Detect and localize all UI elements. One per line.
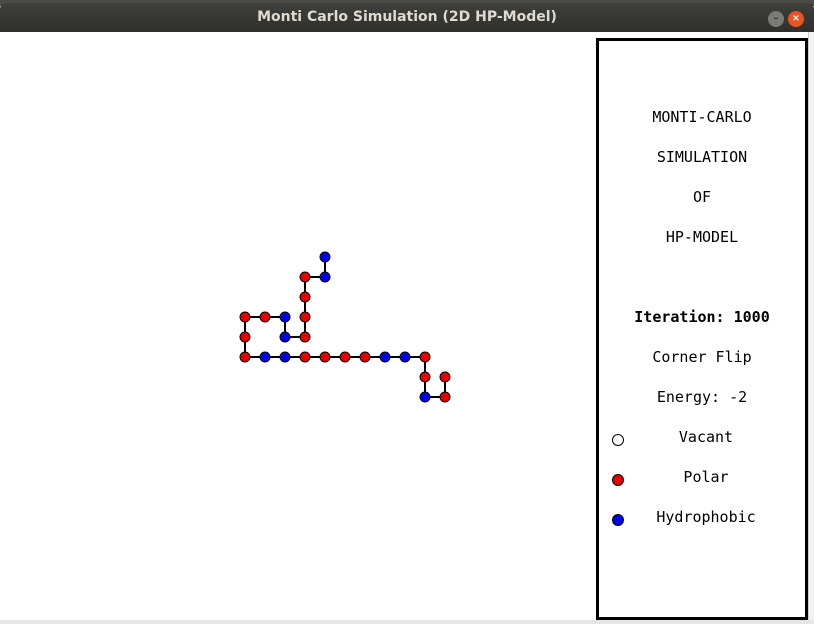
energy-value: Energy: -2 xyxy=(656,388,748,406)
panel-heading-line-3: OF xyxy=(692,188,712,206)
panel-heading-line-2: SIMULATION xyxy=(656,148,748,166)
legend-label-polar: Polar xyxy=(683,468,729,486)
protein-chain-lattice xyxy=(239,251,451,403)
close-icon: × xyxy=(791,13,801,24)
window-titlebar[interactable]: Monti Carlo Simulation (2D HP-Model) – × xyxy=(0,3,814,32)
minimize-button[interactable]: – xyxy=(768,11,784,27)
polar-residue xyxy=(239,311,251,323)
close-button[interactable]: × xyxy=(788,11,804,27)
legend-label-hydrophobic: Hydrophobic xyxy=(656,508,756,526)
polar-residue xyxy=(239,331,251,343)
polar-residue xyxy=(439,371,451,383)
hydrophobic-residue xyxy=(419,391,431,403)
polar-residue xyxy=(339,351,351,363)
polar-residue xyxy=(299,331,311,343)
polar-residue xyxy=(299,311,311,323)
polar-residue xyxy=(299,351,311,363)
panel-heading-line-1: MONTI-CARLO xyxy=(652,108,752,126)
hydrophobic-residue xyxy=(259,351,271,363)
polar-residue xyxy=(299,291,311,303)
iteration-count: Iteration: 1000 xyxy=(634,308,770,326)
polar-residue xyxy=(319,351,331,363)
hydrophobic-residue xyxy=(379,351,391,363)
hydrophobic-residue xyxy=(279,311,291,323)
hydrophobic-residue xyxy=(319,271,331,283)
info-panel: MONTI-CARLO SIMULATION OF HP-MODEL Itera… xyxy=(596,38,808,620)
polar-residue xyxy=(439,391,451,403)
polar-residue xyxy=(419,371,431,383)
hydrophobic-residue xyxy=(279,331,291,343)
window-title: Monti Carlo Simulation (2D HP-Model) xyxy=(257,9,557,25)
polar-residue xyxy=(359,351,371,363)
polar-residue xyxy=(419,351,431,363)
minimize-icon: – xyxy=(773,13,779,24)
hydrophobic-residue xyxy=(319,251,331,263)
polar-residue xyxy=(299,271,311,283)
move-type: Corner Flip xyxy=(652,348,752,366)
polar-residue xyxy=(259,311,271,323)
legend-label-vacant: Vacant xyxy=(678,428,734,446)
hydrophobic-residue xyxy=(279,351,291,363)
polar-residue xyxy=(239,351,251,363)
hydrophobic-residue xyxy=(399,351,411,363)
panel-heading-line-4: HP-MODEL xyxy=(665,228,739,246)
background-window-edge xyxy=(808,32,814,624)
